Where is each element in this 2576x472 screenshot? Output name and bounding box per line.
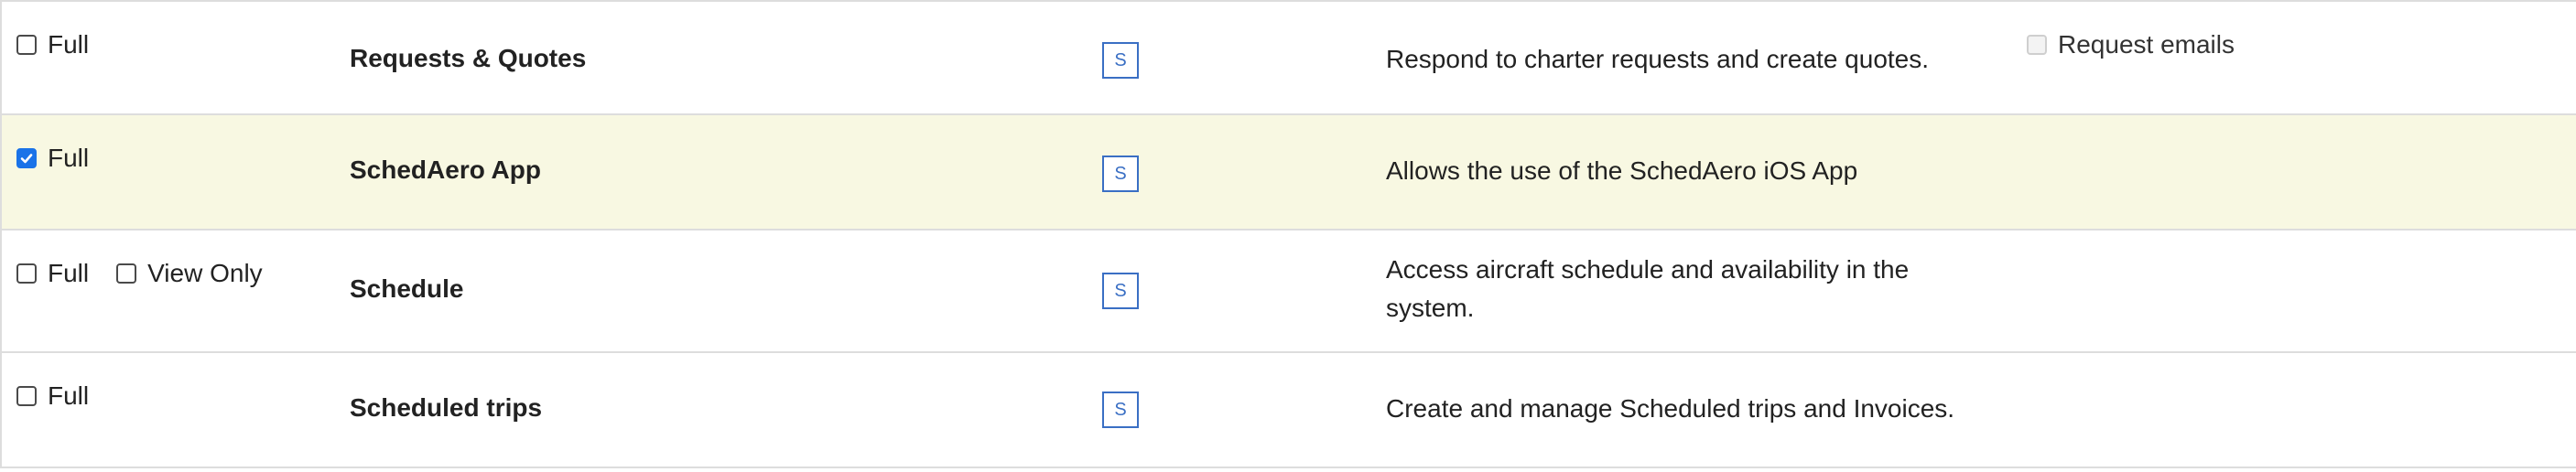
permission-options: Full [16, 381, 116, 412]
full-label: Full [48, 381, 90, 410]
full-label: Full [48, 259, 90, 287]
permission-name: Requests & Quotes [350, 44, 587, 72]
full-checkbox[interactable] [16, 148, 37, 168]
permission-description: Access aircraft schedule and availabilit… [1386, 255, 1910, 322]
table-row: Full View Only Schedule S Access aircraf… [2, 231, 2576, 353]
permission-description: Respond to charter requests and create q… [1386, 45, 1930, 73]
request-emails-option[interactable]: Request emails [2027, 29, 2235, 60]
full-checkbox-option[interactable]: Full [16, 143, 89, 174]
request-emails-checkbox[interactable] [2027, 35, 2047, 55]
full-checkbox[interactable] [16, 35, 37, 55]
view-only-label: View Only [147, 259, 263, 287]
permission-description: Allows the use of the SchedAero iOS App [1386, 156, 1858, 185]
permission-name: Schedule [350, 274, 464, 303]
view-only-checkbox-option[interactable]: View Only [116, 258, 263, 289]
full-label: Full [48, 30, 90, 59]
full-checkbox-option[interactable]: Full [16, 258, 89, 289]
full-checkbox-option[interactable]: Full [16, 29, 89, 60]
permission-name: SchedAero App [350, 156, 541, 184]
s-badge-icon[interactable]: S [1102, 42, 1139, 79]
full-checkbox[interactable] [16, 263, 37, 284]
permission-options: Full View Only [16, 258, 290, 289]
permission-options: Full [16, 143, 116, 174]
s-badge-icon[interactable]: S [1102, 156, 1139, 192]
request-emails-label: Request emails [2058, 30, 2235, 59]
permission-description: Create and manage Scheduled trips and In… [1386, 394, 1955, 423]
full-checkbox-option[interactable]: Full [16, 381, 89, 412]
full-checkbox[interactable] [16, 386, 37, 406]
full-label: Full [48, 144, 90, 172]
table-row: Full Scheduled trips S Create and manage… [2, 353, 2576, 468]
view-only-checkbox[interactable] [116, 263, 137, 284]
s-badge-icon[interactable]: S [1102, 273, 1139, 309]
table-row: Full SchedAero App S Allows the use of t… [2, 115, 2576, 231]
table-row: Full Requests & Quotes S Respond to char… [2, 0, 2576, 115]
permission-options: Full [16, 29, 116, 60]
permission-name: Scheduled trips [350, 393, 543, 422]
permissions-table: Full Requests & Quotes S Respond to char… [0, 0, 2576, 468]
s-badge-icon[interactable]: S [1102, 392, 1139, 428]
checkmark-icon [20, 154, 33, 164]
